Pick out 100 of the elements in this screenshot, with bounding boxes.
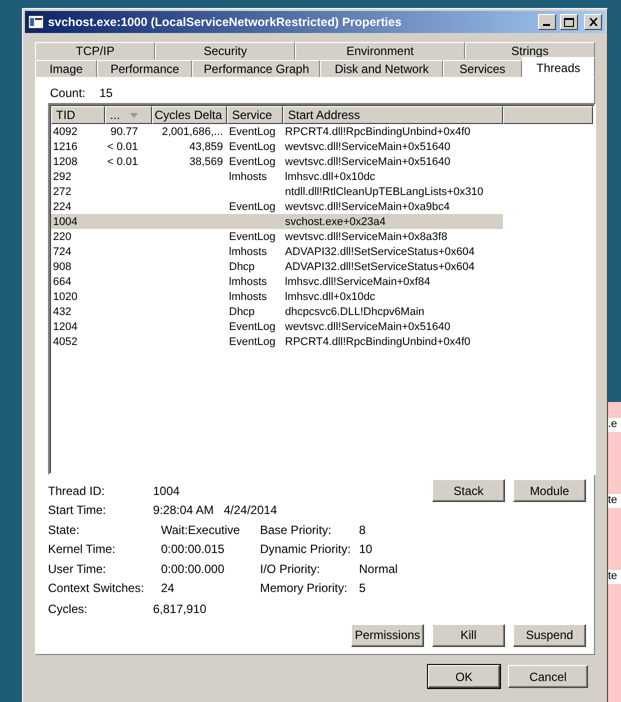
table-cell-text: 908 xyxy=(52,260,72,272)
thread-row[interactable]: 1216 < 0.01 43,859 EventLog wevtsvc.dll!ServiceMain+0x51640 xyxy=(51,139,503,154)
detail-label: Kernel Time: xyxy=(48,542,116,556)
column-header[interactable]: ... xyxy=(105,106,152,124)
detail-value: 10 xyxy=(359,542,372,556)
table-cell-text: lmhsvc.dll+0x10dc xyxy=(284,170,376,182)
table-cell-text: lmhosts xyxy=(228,290,268,302)
action-button[interactable]: Permissions xyxy=(351,624,424,646)
detail-value: 6,817,910 xyxy=(153,602,206,616)
table-cell-text: EventLog xyxy=(228,126,276,138)
table-cell-text: < 0.01 xyxy=(106,140,139,152)
detail-value: 24 xyxy=(161,581,176,596)
detail-value: 5 xyxy=(359,581,366,596)
tab[interactable]: Strings xyxy=(464,42,595,59)
detail-value: 0:00:00.000 xyxy=(161,562,226,576)
tab[interactable]: Disk and Network xyxy=(320,60,444,77)
detail-label: State: xyxy=(48,522,80,537)
sort-arrow-icon xyxy=(130,112,138,118)
table-cell-text: EventLog xyxy=(228,230,276,242)
table-cell-text: wevtsvc.dll!ServiceMain+0x51640 xyxy=(284,156,452,168)
tab[interactable]: Image xyxy=(35,60,98,77)
detail-label: User Time: xyxy=(48,562,108,576)
thread-row[interactable]: 1004 svchost.exe+0x23a4 xyxy=(51,214,503,229)
table-cell-text: EventLog xyxy=(228,156,276,168)
table-cell-text: lmhsvc.dll!ServiceMain+0xf84 xyxy=(284,276,432,288)
thread-row[interactable]: 1020 lmhosts lmhsvc.dll+0x10dc xyxy=(51,289,503,304)
close-button[interactable] xyxy=(584,14,602,30)
detail-label: Thread ID: xyxy=(48,484,106,498)
maximize-button[interactable] xyxy=(560,14,578,30)
detail-value: Normal xyxy=(359,562,398,576)
count-value: 15 xyxy=(99,86,113,100)
detail-value: 9:28:04 AM 4/24/2014 xyxy=(153,503,278,518)
action-button[interactable]: Module xyxy=(513,479,586,502)
thread-row[interactable]: 908 Dhcp ADVAPI32.dll!SetServiceStatus+0x604 xyxy=(51,259,503,274)
table-cell-text: 2,001,686,... xyxy=(160,126,224,138)
table-cell-text: 4092 xyxy=(52,126,78,138)
thread-row[interactable]: 432 Dhcp dhcpcsvc6.DLL!Dhcpv6Main xyxy=(51,304,503,319)
table-cell-text: 4052 xyxy=(52,336,78,348)
detail-value: 1004 xyxy=(153,484,180,498)
table-cell-text: svchost.exe+0x23a4 xyxy=(284,216,387,228)
thread-row[interactable]: 292 lmhosts lmhsvc.dll+0x10dc xyxy=(51,169,503,184)
table-cell-text: lmhsvc.dll+0x10dc xyxy=(284,290,376,302)
tab[interactable]: TCP/IP xyxy=(35,42,156,59)
table-cell-text: RPCRT4.dll!RpcBindingUnbind+0x4f0 xyxy=(284,126,472,138)
detail-label: Base Priority: xyxy=(260,522,332,537)
table-cell-text: Dhcp xyxy=(228,306,256,318)
table-cell-text: wevtsvc.dll!ServiceMain+0x8a3f8 xyxy=(284,230,448,242)
thread-row[interactable]: 4052 EventLog RPCRT4.dll!RpcBindingUnbind+0x4f0 xyxy=(51,334,503,349)
action-button[interactable]: Stack xyxy=(432,479,505,502)
thread-row[interactable]: 724 lmhosts ADVAPI32.dll!SetServiceStatus+0x604 xyxy=(51,244,503,259)
table-cell-text: 1020 xyxy=(52,290,78,302)
table-cell-text: lmhosts xyxy=(228,170,268,182)
table-cell-text: 38,569 xyxy=(188,156,224,168)
maximize-icon xyxy=(564,18,574,26)
table-cell-text: 1004 xyxy=(52,216,78,228)
detail-label: I/O Priority: xyxy=(260,562,322,576)
tab[interactable]: Services xyxy=(443,60,522,77)
table-cell-text: wevtsvc.dll!ServiceMain+0x51640 xyxy=(284,140,452,152)
thread-row[interactable]: 224 EventLog wevtsvc.dll!ServiceMain+0xa9bc4 xyxy=(51,199,503,214)
table-cell-text: 220 xyxy=(52,230,72,242)
minimize-button[interactable] xyxy=(538,14,556,30)
detail-value: 0:00:00.015 xyxy=(161,542,226,556)
column-header[interactable]: TID xyxy=(51,106,105,124)
tab[interactable]: Security xyxy=(155,42,296,59)
window-icon xyxy=(28,15,44,29)
thread-row[interactable]: 664 lmhosts lmhsvc.dll!ServiceMain+0xf84 xyxy=(51,274,503,289)
table-cell-text: ntdll.dll!RtlCleanUpTEBLangLists+0x310 xyxy=(284,186,484,198)
table-cell-text: RPCRT4.dll!RpcBindingUnbind+0x4f0 xyxy=(284,336,472,348)
table-cell-text: 724 xyxy=(52,246,72,258)
close-icon xyxy=(588,18,598,26)
table-cell-text: EventLog xyxy=(228,140,276,152)
detail-label: Dynamic Priority: xyxy=(260,542,352,556)
detail-label: Memory Priority: xyxy=(260,581,348,596)
table-cell-text: EventLog xyxy=(228,336,276,348)
detail-label: Start Time: xyxy=(48,503,108,518)
column-header[interactable]: Cycles Delta xyxy=(152,106,227,124)
tab[interactable]: Performance xyxy=(97,60,192,77)
action-button[interactable]: Suspend xyxy=(513,624,586,646)
tab[interactable]: Threads xyxy=(522,57,595,77)
action-button[interactable]: Kill xyxy=(432,624,505,646)
thread-row[interactable]: 4092 90.77 2,001,686,... EventLog RPCRT4.dll!RpcBindingUnbind+0x4f0 xyxy=(51,124,503,139)
column-header[interactable]: Start Address xyxy=(283,106,503,124)
table-cell-text: 1204 xyxy=(52,320,78,332)
table-cell-text: 43,859 xyxy=(188,140,224,152)
thread-row[interactable]: 220 EventLog wevtsvc.dll!ServiceMain+0x8a3f8 xyxy=(51,229,503,244)
table-cell-text: 664 xyxy=(52,276,72,288)
table-cell-text: EventLog xyxy=(228,320,276,332)
table-cell-text: wevtsvc.dll!ServiceMain+0x51640 xyxy=(284,320,452,332)
table-cell-text: dhcpcsvc6.DLL!Dhcpv6Main xyxy=(284,306,426,318)
column-header[interactable]: Service xyxy=(227,106,283,124)
tab[interactable]: Environment xyxy=(295,42,465,59)
thread-row[interactable]: 1204 EventLog wevtsvc.dll!ServiceMain+0x51640 xyxy=(51,319,503,334)
thread-row[interactable]: 272 ntdll.dll!RtlCleanUpTEBLangLists+0x310 xyxy=(51,184,503,199)
table-cell-text: 292 xyxy=(52,170,72,182)
tab[interactable]: Performance Graph xyxy=(192,60,320,77)
dialog-button[interactable]: Cancel xyxy=(508,665,588,688)
dialog-button[interactable]: OK xyxy=(428,665,500,688)
table-cell-text: lmhosts xyxy=(228,246,268,258)
thread-row[interactable]: 1208 < 0.01 38,569 EventLog wevtsvc.dll!ServiceMain+0x51640 xyxy=(51,154,503,169)
table-cell-text: wevtsvc.dll!ServiceMain+0xa9bc4 xyxy=(284,200,451,212)
